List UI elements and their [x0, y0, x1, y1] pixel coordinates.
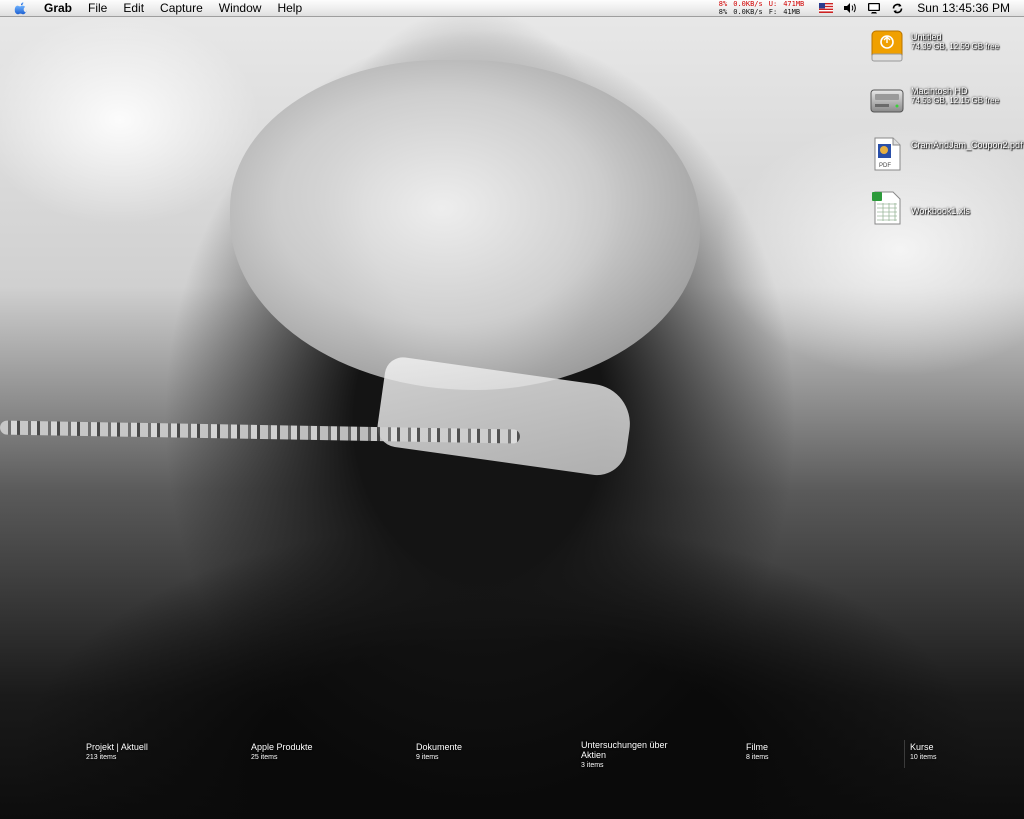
- apple-menu-icon[interactable]: [14, 1, 28, 15]
- menu-edit[interactable]: Edit: [115, 0, 152, 17]
- mem-used-label: U:: [768, 0, 778, 8]
- menu-file[interactable]: File: [80, 0, 115, 17]
- dock-folder-dokumente[interactable]: Dokumente 9 items: [416, 742, 576, 763]
- dock-folder-untersuchungen[interactable]: Untersuchungen über Aktien 3 items: [581, 740, 741, 771]
- dock-folder-name: Kurse: [910, 742, 934, 752]
- dock-folder-name: Projekt | Aktuell: [86, 742, 148, 752]
- dock-folder-projekt-aktuell[interactable]: Projekt | Aktuell 213 items: [86, 742, 246, 763]
- dock-folder-filme[interactable]: Filme 8 items: [746, 742, 906, 763]
- menu-app-name[interactable]: Grab: [42, 0, 80, 17]
- desktop-icon-pdf-file[interactable]: PDF CramAndJam_Coupon2.pdf: [869, 136, 1023, 176]
- external-drive-icon: [869, 28, 905, 64]
- dock-folder-name: Filme: [746, 742, 768, 752]
- wallpaper-collar: [374, 355, 636, 479]
- wallpaper-portrait: [230, 60, 700, 390]
- desktop-icon-label: Untitled: [911, 32, 942, 42]
- desktop-icon-label: Workbook1.xls: [911, 206, 970, 216]
- dock-folder-count: 213 items: [86, 754, 117, 761]
- dock-separator: [904, 740, 905, 768]
- svg-text:PDF: PDF: [879, 163, 891, 169]
- dock-folder-name: Apple Produkte: [251, 742, 313, 752]
- us-flag-icon[interactable]: [819, 3, 834, 13]
- desktop-icon-macintosh-hd[interactable]: Macintosh HD 74.53 GB, 12.15 GB free: [869, 82, 1019, 122]
- dock-folder-name: Untersuchungen über Aktien: [581, 740, 668, 760]
- desktop-icon-label: Macintosh HD: [911, 86, 968, 96]
- menu-help[interactable]: Help: [269, 0, 310, 17]
- system-monitor[interactable]: 8% 0.0KB/s U: 471MB 8% 0.0KB/s F: 41MB: [719, 0, 804, 16]
- desktop-icon-untitled-drive[interactable]: Untitled 74.39 GB, 12.59 GB free: [869, 28, 1019, 68]
- desktop-icon-workbook[interactable]: Workbook1.xls: [869, 190, 1019, 230]
- cpu-stat-top: 8%: [718, 0, 728, 8]
- menu-clock[interactable]: Sun 13:45:36 PM: [917, 1, 1010, 15]
- volume-icon[interactable]: [843, 2, 857, 14]
- mem-used-stat: 471MB: [783, 0, 805, 8]
- desktop-icon-sublabel: 74.53 GB, 12.15 GB free: [911, 96, 1000, 105]
- dock-folder-count: 10 items: [910, 754, 937, 761]
- dock-folder-count: 25 items: [251, 754, 278, 761]
- dock-folder-count: 3 items: [581, 762, 604, 769]
- net-in-stat: 0.0KB/s: [733, 0, 763, 8]
- pdf-file-icon: PDF: [869, 136, 905, 172]
- mem-free-stat: 41MB: [783, 8, 801, 16]
- display-icon[interactable]: [867, 2, 881, 14]
- menu-window[interactable]: Window: [211, 0, 270, 17]
- mem-free-label: F:: [768, 8, 778, 16]
- net-out-stat: 0.0KB/s: [733, 8, 763, 16]
- desktop-icon-label: CramAndJam_Coupon2.pdf: [911, 140, 1023, 150]
- dock-folder-name: Dokumente: [416, 742, 463, 752]
- dock-folder-kurse[interactable]: Kurse 10 items: [910, 742, 1010, 763]
- menu-capture[interactable]: Capture: [152, 0, 211, 17]
- cpu-stat-bottom: 8%: [718, 8, 728, 16]
- spreadsheet-file-icon: [869, 190, 905, 226]
- desktop-icon-sublabel: 74.39 GB, 12.59 GB free: [911, 42, 1000, 51]
- dock-folder-apple-produkte[interactable]: Apple Produkte 25 items: [251, 742, 411, 763]
- sync-icon[interactable]: [891, 2, 904, 15]
- hard-drive-icon: [869, 82, 905, 118]
- desktop[interactable]: Grab File Edit Capture Window Help 8% 0.…: [0, 0, 1024, 819]
- dock-folder-count: 9 items: [416, 754, 439, 761]
- menu-extras: 8% 0.0KB/s U: 471MB 8% 0.0KB/s F: 41MB S…: [719, 0, 1024, 17]
- menu-bar: Grab File Edit Capture Window Help 8% 0.…: [0, 0, 1024, 17]
- dock-folder-count: 8 items: [746, 754, 769, 761]
